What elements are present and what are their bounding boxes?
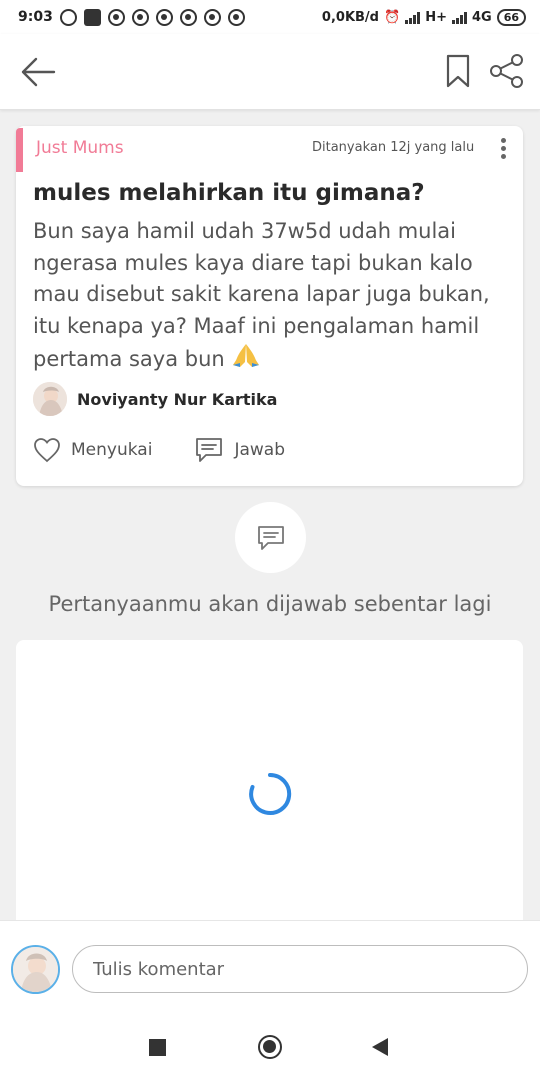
chat-bubble-badge <box>235 502 306 573</box>
arrow-left-icon[interactable] <box>20 56 56 88</box>
question-actions: Menyukai Jawab <box>33 436 285 464</box>
waiting-message: Pertanyaanmu akan dijawab sebentar lagi <box>48 592 492 616</box>
chrome-icon <box>155 8 173 26</box>
status-bar: 9:03 0,0KB/d ⏰ H+ 4G 66 <box>0 0 540 34</box>
signal-icon <box>451 11 467 24</box>
home-button[interactable] <box>258 1035 282 1059</box>
asked-time: Ditanyakan 12j yang lalu <box>312 140 475 155</box>
status-time: 9:03 <box>18 9 53 25</box>
heart-icon <box>34 438 60 463</box>
whatsapp-icon <box>59 8 77 26</box>
comment-input[interactable] <box>72 945 528 993</box>
question-body: Bun saya hamil udah 37w5d udah mulai nge… <box>33 216 503 378</box>
alarm-icon: ⏰ <box>384 9 401 25</box>
avatar <box>33 382 67 416</box>
back-button[interactable] <box>372 1038 388 1056</box>
network-speed: 0,0KB/d <box>321 9 379 25</box>
share-icon[interactable] <box>488 52 526 90</box>
like-button[interactable]: Menyukai <box>33 437 152 463</box>
answer-label: Jawab <box>234 440 285 460</box>
network-type-1: H+ <box>425 9 447 25</box>
battery-indicator: 66 <box>496 8 526 26</box>
comment-icon <box>196 438 223 462</box>
system-nav-bar <box>0 1014 540 1080</box>
pray-emoji <box>231 342 261 378</box>
bookmark-icon[interactable] <box>444 53 472 89</box>
network-type-2: 4G <box>471 9 492 25</box>
answer-button[interactable]: Jawab <box>194 436 285 464</box>
author-name: Noviyanty Nur Kartika <box>77 389 278 409</box>
chat-bubble-icon <box>257 525 284 550</box>
chrome-icon <box>203 8 221 26</box>
app-bar <box>0 34 540 110</box>
like-label: Menyukai <box>71 440 153 460</box>
author[interactable]: Noviyanty Nur Kartika <box>33 382 277 416</box>
comment-bar <box>0 920 540 1014</box>
chrome-icon <box>131 8 149 26</box>
user-avatar[interactable] <box>11 945 60 994</box>
more-options-icon[interactable] <box>496 136 510 162</box>
chrome-icon <box>179 8 197 26</box>
question-title: mules melahirkan itu gimana? <box>33 180 425 206</box>
recents-button[interactable] <box>149 1039 166 1056</box>
notification-icon <box>83 8 101 26</box>
community-accent <box>16 128 23 172</box>
chrome-icon <box>107 8 125 26</box>
answers-card <box>16 640 523 940</box>
chrome-icon <box>227 8 245 26</box>
community-label[interactable]: Just Mums <box>36 138 124 158</box>
question-card: Just Mums Ditanyakan 12j yang lalu mules… <box>16 126 523 486</box>
loading-spinner-icon <box>249 772 292 815</box>
signal-icon <box>405 11 421 24</box>
question-body-text: Bun saya hamil udah 37w5d udah mulai nge… <box>33 219 490 371</box>
